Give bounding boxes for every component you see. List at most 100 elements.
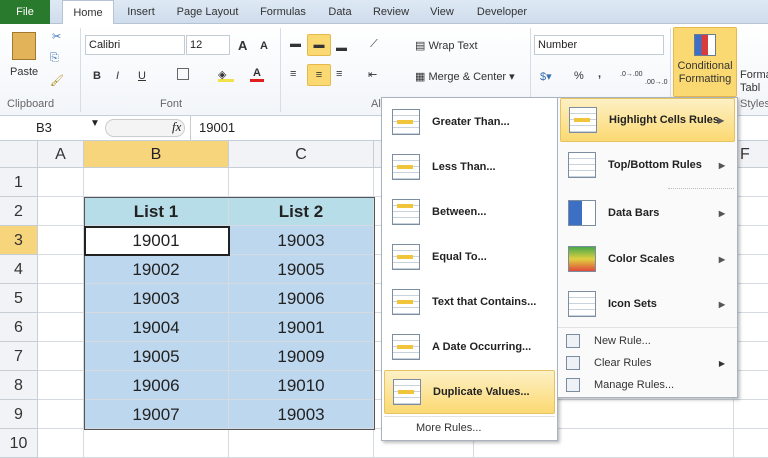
cell-f8[interactable] (734, 371, 768, 400)
cell-c5[interactable]: 19006 (229, 284, 374, 313)
align-right-icon[interactable]: ≡ (336, 68, 342, 80)
bold-button[interactable]: B (93, 70, 101, 82)
format-as-table-button[interactable]: FormaTabl (740, 69, 768, 95)
cell-f10[interactable] (734, 429, 768, 458)
grow-font-icon[interactable]: A (238, 38, 247, 53)
align-top-icon[interactable]: ▬ (290, 38, 301, 50)
name-box[interactable]: B3 (0, 118, 100, 138)
row-header-4[interactable]: 4 (0, 255, 38, 284)
tab-home[interactable]: Home (62, 0, 114, 25)
cell-f9[interactable] (734, 400, 768, 429)
menu-item-new-rule[interactable]: New Rule... (560, 330, 735, 352)
tab-page-layout[interactable]: Page Layout (170, 0, 245, 24)
decrease-decimal-button[interactable]: .00→.0 (645, 79, 668, 86)
increase-decimal-button[interactable]: .0→.00 (620, 71, 643, 78)
menu-item-equal-to[interactable]: Equal To... (384, 235, 555, 279)
menu-item-more-rules[interactable]: More Rules... (384, 416, 555, 438)
cell-f1[interactable] (734, 168, 768, 197)
tab-insert[interactable]: Insert (120, 0, 162, 24)
cell-b3[interactable]: 19001 (84, 226, 229, 255)
paste-icon[interactable] (12, 32, 36, 60)
cell-b2[interactable]: List 1 (84, 197, 229, 226)
cell-c10[interactable] (229, 429, 374, 458)
row-header-5[interactable]: 5 (0, 284, 38, 313)
wrap-text-button[interactable]: ▤ Wrap Text (415, 39, 478, 52)
cell-c1[interactable] (229, 168, 374, 197)
merge-center-button[interactable]: ▦ Merge & Center ▾ (415, 70, 515, 83)
borders-icon[interactable] (177, 68, 189, 80)
cell-a4[interactable] (38, 255, 84, 284)
cell-a9[interactable] (38, 400, 84, 429)
format-painter-icon[interactable]: 🖌 (50, 74, 64, 87)
menu-item-greater-than[interactable]: Greater Than... (384, 100, 555, 144)
menu-item-data-bars[interactable]: Data Bars ▶ (560, 191, 735, 235)
cell-a8[interactable] (38, 371, 84, 400)
tab-developer[interactable]: Developer (470, 0, 534, 24)
row-header-7[interactable]: 7 (0, 342, 38, 371)
cell-b9[interactable]: 19007 (84, 400, 229, 429)
align-center-icon[interactable]: ≡ (307, 64, 331, 86)
cell-b10[interactable] (84, 429, 229, 458)
cell-a5[interactable] (38, 284, 84, 313)
cut-icon[interactable]: ✂ (52, 30, 61, 43)
cell-b1[interactable] (84, 168, 229, 197)
indent-icon[interactable]: ⇤ (368, 68, 377, 81)
align-bottom-icon[interactable]: ▬ (336, 42, 347, 54)
tab-data[interactable]: Data (322, 0, 358, 24)
cell-a10[interactable] (38, 429, 84, 458)
font-name-select[interactable]: Calibri (85, 35, 185, 55)
font-size-select[interactable]: 12 (186, 35, 230, 55)
italic-button[interactable]: I (116, 70, 119, 82)
tab-view[interactable]: View (424, 0, 460, 24)
cell-f4[interactable] (734, 255, 768, 284)
cell-a6[interactable] (38, 313, 84, 342)
shrink-font-icon[interactable]: A (260, 40, 268, 52)
cell-a2[interactable] (38, 197, 84, 226)
cell-a3[interactable] (38, 226, 84, 255)
row-header-1[interactable]: 1 (0, 168, 38, 197)
underline-button[interactable]: U (138, 70, 146, 82)
cell-b7[interactable]: 19005 (84, 342, 229, 371)
menu-item-icon-sets[interactable]: Icon Sets ▶ (560, 282, 735, 326)
accounting-format-icon[interactable]: $▾ (540, 70, 552, 83)
cell-c7[interactable]: 19009 (229, 342, 374, 371)
select-all[interactable] (0, 141, 38, 168)
font-color-button[interactable]: A (250, 67, 264, 82)
comma-button[interactable]: , (598, 68, 601, 80)
cell-f5[interactable] (734, 284, 768, 313)
menu-item-highlight-cells[interactable]: Highlight Cells Rules ▶ (560, 98, 735, 142)
number-format-select[interactable]: Number (534, 35, 664, 55)
tab-file[interactable]: File (0, 0, 50, 24)
cell-c2[interactable]: List 2 (229, 197, 374, 226)
row-header-9[interactable]: 9 (0, 400, 38, 429)
cell-b6[interactable]: 19004 (84, 313, 229, 342)
cell-c3[interactable]: 19003 (229, 226, 374, 255)
cell-b8[interactable]: 19006 (84, 371, 229, 400)
row-header-8[interactable]: 8 (0, 371, 38, 400)
column-header-c[interactable]: C (229, 141, 374, 168)
row-header-2[interactable]: 2 (0, 197, 38, 226)
column-header-a[interactable]: A (38, 141, 84, 168)
menu-item-text-contains[interactable]: Text that Contains... (384, 280, 555, 324)
align-middle-icon[interactable]: ▬ (307, 34, 331, 56)
conditional-formatting-button[interactable]: Conditional Formatting (673, 27, 737, 97)
column-header-f[interactable]: F (734, 141, 768, 168)
menu-item-duplicate-values[interactable]: Duplicate Values... (384, 370, 555, 414)
align-left-icon[interactable]: ≡ (290, 68, 296, 80)
menu-item-top-bottom[interactable]: Top/Bottom Rules ▶ (560, 143, 735, 187)
row-header-10[interactable]: 10 (0, 429, 38, 458)
percent-button[interactable]: % (574, 70, 584, 82)
cell-f2[interactable] (734, 197, 768, 226)
row-header-6[interactable]: 6 (0, 313, 38, 342)
cell-f7[interactable] (734, 342, 768, 371)
insert-function-button[interactable]: fx (172, 119, 181, 135)
menu-item-clear-rules[interactable]: Clear Rules ▶ (560, 352, 735, 374)
cell-a7[interactable] (38, 342, 84, 371)
menu-item-date-occurring[interactable]: A Date Occurring... (384, 325, 555, 369)
fill-color-icon[interactable]: ◈ (218, 68, 234, 82)
menu-item-color-scales[interactable]: Color Scales ▶ (560, 237, 735, 281)
cell-f6[interactable] (734, 313, 768, 342)
copy-icon[interactable]: ⎘ (50, 52, 59, 65)
column-header-b[interactable]: B (84, 141, 229, 168)
cell-b5[interactable]: 19003 (84, 284, 229, 313)
